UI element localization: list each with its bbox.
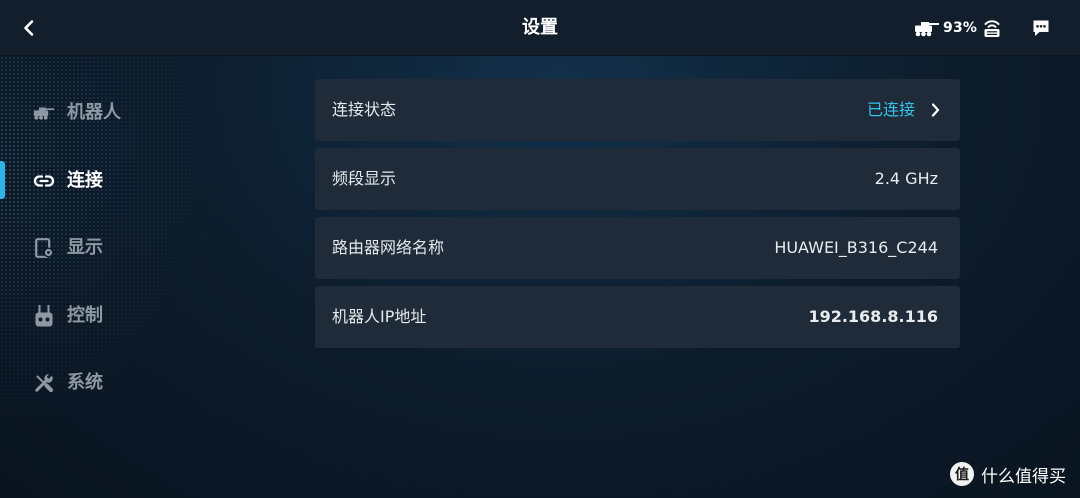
link-icon [33,175,55,187]
sidebar-item-label: 机器人 [67,102,121,123]
back-button[interactable] [14,12,44,44]
row-label: 机器人IP地址 [332,307,427,326]
robot-ip-address-row: 机器人IP地址 192.168.8.116 [315,286,960,348]
watermark: 值 什么值得买 [950,461,1066,487]
sidebar-item-display[interactable]: 显示 [0,214,290,282]
row-label: 路由器网络名称 [332,238,445,257]
watermark-logo: 值 [950,462,974,486]
frequency-band-row: 频段显示 2.4 GHz [315,148,960,210]
watermark-text: 什么值得买 [981,466,1066,487]
tools-icon [35,373,54,393]
robot-icon [915,21,939,36]
router-network-name-row: 路由器网络名称 HUAWEI_B316_C244 [315,217,960,279]
sidebar-item-control[interactable]: 控制 [0,282,290,350]
display-settings-icon [34,238,53,258]
row-label: 频段显示 [332,169,397,188]
controller-icon [35,305,53,327]
sidebar-item-label: 系统 [67,372,103,393]
frequency-band-value: 2.4 GHz [874,169,938,188]
battery-percent: 93% [943,20,978,36]
active-indicator [0,161,5,199]
messages-button[interactable] [1032,0,1050,56]
robot-ip-address-value: 192.168.8.116 [808,307,938,326]
sidebar-item-label: 显示 [67,237,103,258]
router-network-name-value: HUAWEI_B316_C244 [774,238,938,257]
connection-status-value: 已连接 [866,100,915,119]
network-status [983,0,1001,56]
row-label: 连接状态 [332,100,397,119]
sidebar-item-label: 控制 [67,305,103,326]
sidebar-item-robot[interactable]: 机器人 [0,79,290,147]
top-bar: 设置 93% [0,0,1080,56]
sidebar-item-label: 连接 [67,170,103,191]
chevron-left-icon [24,20,34,36]
sidebar-item-system[interactable]: 系统 [0,349,290,417]
message-icon [1033,20,1049,36]
robot-icon [33,107,55,120]
robot-battery-status: 93% [914,0,977,56]
chevron-right-icon [931,103,940,117]
page-title: 设置 [522,17,558,38]
sidebar-item-connection[interactable]: 连接 [0,147,290,215]
connection-status-row[interactable]: 连接状态 已连接 [315,79,960,141]
router-icon [984,20,1000,37]
